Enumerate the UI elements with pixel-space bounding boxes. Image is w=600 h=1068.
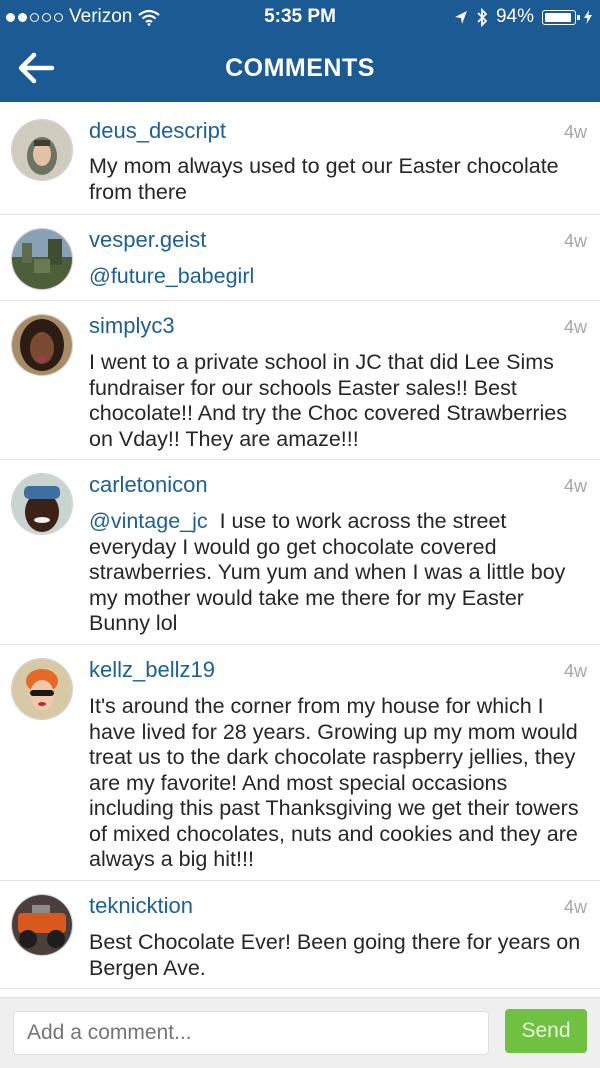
- comments-list[interactable]: deus_descript 4w My mom always used to g…: [0, 102, 600, 997]
- nav-bar: COMMENTS: [0, 34, 600, 102]
- avatar[interactable]: [11, 894, 73, 956]
- comment-time: 4w: [563, 231, 587, 251]
- avatar[interactable]: [11, 658, 73, 720]
- comment-username[interactable]: carletonicon: [89, 472, 208, 498]
- comment-item: simplyc3 4w I went to a private school i…: [0, 301, 600, 460]
- comment-time: 4w: [563, 476, 587, 496]
- comment-text: My mom always used to get our Easter cho…: [89, 154, 559, 204]
- comment-text: I went to a private school in JC that di…: [89, 350, 568, 451]
- comment-time: 4w: [563, 897, 587, 917]
- comment-username[interactable]: simplyc3: [89, 313, 175, 339]
- comment-text: It's around the corner from my house for…: [89, 694, 579, 871]
- bluetooth-icon: [477, 7, 488, 27]
- comment-item: vesper.geist 4w @future_babegirl: [0, 215, 600, 301]
- comment-mention[interactable]: @future_babegirl: [89, 264, 589, 290]
- location-arrow-icon: [454, 10, 467, 24]
- comment-username[interactable]: teknicktion: [89, 893, 193, 919]
- comment-item: carletonicon 4w @vintage_jc I use to wor…: [0, 460, 600, 645]
- comment-text: Best Chocolate Ever! Been going there fo…: [89, 930, 581, 980]
- comment-item: kellz_bellz19 4w It's around the corner …: [0, 645, 600, 881]
- comment-item: teknicktion 4w Best Chocolate Ever! Been…: [0, 881, 600, 989]
- comment-text: @vintage_jc I use to work across the str…: [89, 509, 589, 637]
- comment-time: 4w: [563, 317, 587, 337]
- battery-icon: [542, 9, 580, 25]
- comment-time: 4w: [563, 661, 587, 681]
- comment-username[interactable]: kellz_bellz19: [89, 657, 215, 683]
- status-bar: Verizon 5:35 PM 94%: [0, 0, 600, 34]
- avatar[interactable]: [11, 119, 73, 181]
- avatar[interactable]: [11, 314, 73, 376]
- comment-composer: Send: [0, 997, 600, 1068]
- avatar[interactable]: [11, 473, 73, 535]
- send-button[interactable]: Send: [505, 1009, 587, 1053]
- comment-username[interactable]: vesper.geist: [89, 227, 206, 253]
- top-bar: Verizon 5:35 PM 94% COMMENTS: [0, 0, 600, 102]
- comment-mention[interactable]: @vintage_jc: [89, 509, 208, 533]
- comment-item: deus_descript 4w My mom always used to g…: [0, 102, 600, 215]
- comment-input[interactable]: [13, 1011, 489, 1055]
- battery-percent: 94%: [495, 6, 534, 27]
- avatar[interactable]: [11, 228, 73, 290]
- comment-time: 4w: [563, 122, 587, 142]
- page-title: COMMENTS: [225, 54, 375, 82]
- comment-username[interactable]: deus_descript: [89, 118, 226, 144]
- charging-bolt-icon: [584, 10, 592, 24]
